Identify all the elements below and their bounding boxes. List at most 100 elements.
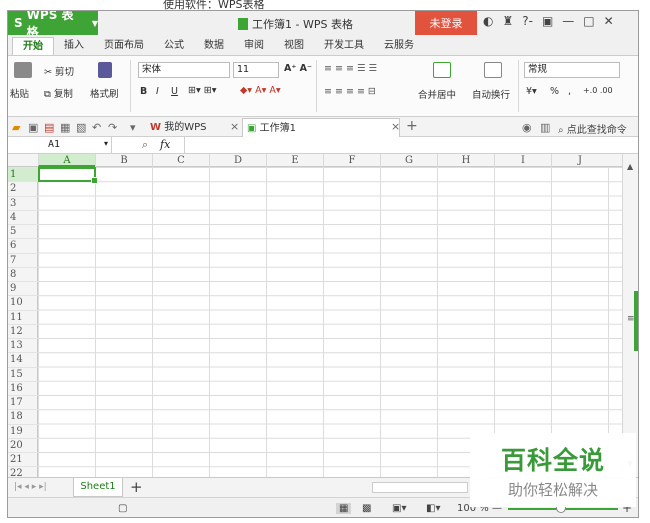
row-header[interactable]: 3 xyxy=(8,195,38,210)
row-header[interactable]: 8 xyxy=(8,266,38,281)
print-icon[interactable]: ▦ xyxy=(60,121,70,134)
find-command-box[interactable]: ⌕ 点此查找命令 xyxy=(558,121,627,136)
format-painter-icon[interactable] xyxy=(98,62,112,78)
pdf-icon[interactable]: ▤ xyxy=(44,121,54,134)
column-header[interactable]: B xyxy=(95,154,152,167)
column-header[interactable]: G xyxy=(380,154,437,167)
row-header[interactable]: 16 xyxy=(8,380,38,395)
normal-view-icon[interactable]: ▦ xyxy=(336,503,352,514)
row-header[interactable]: 1 xyxy=(8,167,38,181)
border-button[interactable]: ⊞▾ ⊞▾ xyxy=(188,85,216,96)
row-header[interactable]: 12 xyxy=(8,323,38,338)
merge-icon[interactable] xyxy=(433,62,451,78)
sync-icon[interactable]: ◉ xyxy=(522,121,532,134)
percent-button[interactable]: % xyxy=(550,86,559,97)
number-format-select[interactable]: 常规 xyxy=(524,62,620,78)
row-header[interactable]: 7 xyxy=(8,252,38,267)
preview-icon[interactable]: ▧ xyxy=(76,121,86,134)
comma-button[interactable]: , xyxy=(568,86,571,97)
row-header[interactable]: 13 xyxy=(8,338,38,352)
column-header[interactable]: F xyxy=(323,154,380,167)
tab-home[interactable]: 开始 xyxy=(12,37,54,55)
paste-icon[interactable] xyxy=(14,62,32,78)
login-button[interactable]: 未登录 xyxy=(415,11,477,35)
tab-my-wps[interactable]: W 我的WPS xyxy=(146,118,206,137)
paste-button[interactable]: 粘贴 xyxy=(10,86,29,100)
merge-center-button[interactable]: 合并居中 xyxy=(418,87,456,101)
row-header[interactable]: 4 xyxy=(8,209,38,224)
restore-ribbon-button[interactable]: ▣ xyxy=(542,14,553,28)
customize-icon[interactable]: ▾ xyxy=(130,121,136,134)
column-header[interactable]: D xyxy=(209,154,266,167)
undo-icon[interactable]: ↶ xyxy=(92,121,101,134)
chevron-down-icon[interactable]: ▾ xyxy=(104,139,108,148)
currency-button[interactable]: ¥▾ xyxy=(526,86,537,97)
formula-input[interactable] xyxy=(184,137,638,153)
close-button[interactable]: ✕ xyxy=(604,14,614,28)
cell-area[interactable] xyxy=(38,167,632,477)
row-header[interactable]: 17 xyxy=(8,395,38,409)
tab-workbook1[interactable]: ▣ 工作簿1 xyxy=(242,118,400,137)
name-box[interactable]: A1 xyxy=(10,137,112,153)
help-button[interactable]: ?- xyxy=(522,14,533,28)
row-header[interactable]: 2 xyxy=(8,181,38,195)
reading-view-icon[interactable]: ◧▾ xyxy=(426,503,440,514)
column-header[interactable]: A xyxy=(38,154,95,167)
scroll-up-icon[interactable]: ▲ xyxy=(627,162,633,171)
page-break-view-icon[interactable]: ▩ xyxy=(362,503,371,514)
row-header[interactable]: 11 xyxy=(8,309,38,324)
tab-review[interactable]: 审阅 xyxy=(234,37,274,55)
font-size-select[interactable]: 11 xyxy=(233,62,279,78)
shirt-icon[interactable]: ♜ xyxy=(502,14,513,28)
cut-button[interactable]: ✂ 剪切 xyxy=(44,64,74,78)
tab-insert[interactable]: 插入 xyxy=(54,37,94,55)
zoom-lens-icon[interactable]: ⌕ xyxy=(142,138,148,152)
row-header[interactable]: 22 xyxy=(8,466,38,477)
close-tab-icon[interactable]: × xyxy=(391,120,400,133)
underline-button[interactable]: U xyxy=(171,86,178,97)
row-header[interactable]: 15 xyxy=(8,366,38,381)
row-header[interactable]: 19 xyxy=(8,423,38,438)
redo-icon[interactable]: ↷ xyxy=(108,121,117,134)
column-header[interactable]: J xyxy=(551,154,608,167)
maximize-button[interactable]: □ xyxy=(583,14,594,28)
italic-button[interactable]: I xyxy=(156,86,159,97)
add-sheet-button[interactable]: + xyxy=(130,478,143,496)
wrap-text-button[interactable]: 自动换行 xyxy=(472,87,510,101)
macro-icon[interactable]: ▢ xyxy=(118,503,127,514)
column-header[interactable]: H xyxy=(437,154,494,167)
row-header[interactable]: 21 xyxy=(8,452,38,466)
row-header[interactable]: 18 xyxy=(8,409,38,423)
skin-tool-icon[interactable]: ▥ xyxy=(540,121,550,134)
close-tab-icon[interactable]: × xyxy=(230,120,239,133)
tab-data[interactable]: 数据 xyxy=(194,37,234,55)
selected-cell[interactable] xyxy=(38,167,98,184)
skin-icon[interactable]: ◐ xyxy=(483,14,493,28)
horizontal-scrollbar[interactable] xyxy=(372,482,468,493)
grow-font-button[interactable]: A⁺ A⁻ xyxy=(284,63,312,74)
column-header[interactable]: C xyxy=(152,154,209,167)
tab-page-layout[interactable]: 页面布局 xyxy=(94,37,154,55)
row-header[interactable]: 6 xyxy=(8,238,38,252)
row-header[interactable]: 9 xyxy=(8,281,38,295)
row-header[interactable]: 5 xyxy=(8,224,38,238)
tab-cloud[interactable]: 云服务 xyxy=(374,37,424,55)
app-menu-button[interactable]: S WPS 表格 ▼ xyxy=(8,11,98,39)
save-icon[interactable]: ▣ xyxy=(28,121,38,134)
align-top-buttons[interactable]: ≡ ≡ ≡ ☰ ☰ xyxy=(324,63,377,74)
column-header[interactable]: E xyxy=(266,154,323,167)
tab-developer[interactable]: 开发工具 xyxy=(314,37,374,55)
wrap-icon[interactable] xyxy=(484,62,502,78)
tab-formulas[interactable]: 公式 xyxy=(154,37,194,55)
copy-button[interactable]: ⧉ 复制 xyxy=(44,86,73,100)
row-header[interactable]: 14 xyxy=(8,352,38,366)
column-header[interactable]: I xyxy=(494,154,551,167)
sheet-tab[interactable]: Sheet1 xyxy=(73,478,123,497)
align-buttons[interactable]: ≡ ≡ ≡ ≡ ⊟ xyxy=(324,86,376,97)
new-tab-button[interactable]: + xyxy=(406,118,418,134)
minimize-button[interactable]: — xyxy=(562,14,574,28)
format-painter-button[interactable]: 格式刷 xyxy=(90,86,119,100)
row-header[interactable]: 10 xyxy=(8,295,38,309)
open-icon[interactable]: ▰ xyxy=(12,121,20,134)
font-family-select[interactable]: 宋体 xyxy=(138,62,230,78)
